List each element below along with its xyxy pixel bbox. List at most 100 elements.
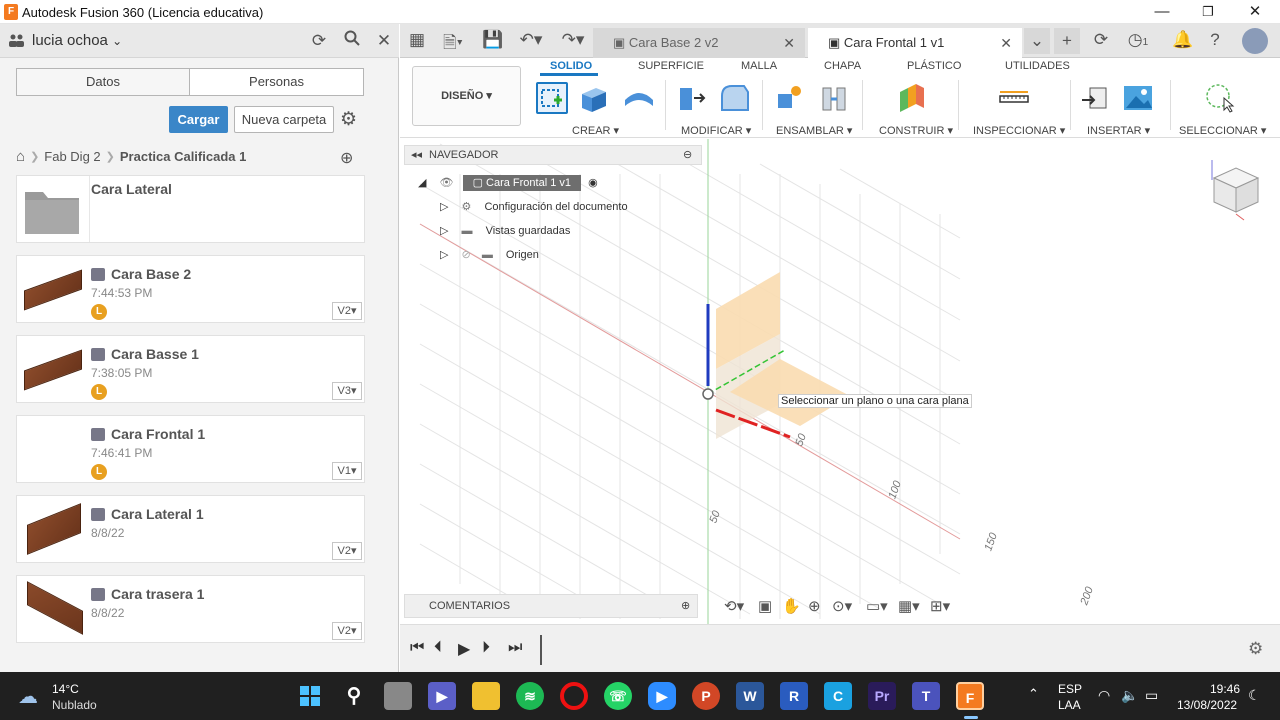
fit-icon[interactable]: ⊙▾ — [832, 597, 852, 615]
notifications-icon[interactable]: 🔔 — [1170, 30, 1196, 50]
display-settings-icon[interactable]: ▭▾ — [866, 597, 888, 615]
collapse-left-icon[interactable]: ◂◂ — [411, 146, 422, 164]
volume-icon[interactable]: 🔈 — [1121, 687, 1138, 704]
group-modificar[interactable]: MODIFICAR ▾ — [681, 124, 751, 137]
breadcrumb-item-current[interactable]: Practica Calificada 1 — [120, 149, 246, 164]
timeline-marker[interactable] — [540, 635, 542, 665]
zoom-icon[interactable]: ⊕ — [808, 597, 821, 615]
tab-superficie[interactable]: SUPERFICIE — [638, 60, 704, 72]
activate-radio-icon[interactable]: ◉ — [588, 177, 598, 189]
navigator-row-settings[interactable]: ▷ ⚙ Configuración del documento — [440, 196, 628, 218]
viewports-icon[interactable]: ⊞▾ — [930, 597, 950, 615]
offset-plane-icon[interactable] — [896, 82, 928, 114]
tab-malla[interactable]: MALLA — [741, 60, 777, 72]
cloud-icon[interactable]: ☁ — [18, 684, 38, 709]
clock-date[interactable]: 13/08/2022 — [1177, 698, 1237, 712]
go-to-end-icon[interactable]: ⏭ — [508, 639, 522, 657]
root-component-label[interactable]: ▢ Cara Frontal 1 v1 — [462, 175, 581, 191]
minimize-navigator-icon[interactable]: ⊖ — [683, 146, 692, 164]
home-icon[interactable]: ⌂ — [16, 148, 25, 165]
list-item[interactable]: Cara Lateral 1 8/8/22 V2▾ — [16, 495, 365, 563]
play-icon[interactable]: ▶ — [458, 639, 470, 659]
group-construir[interactable]: CONSTRUIR ▾ — [879, 124, 953, 137]
language-bottom[interactable]: LAA — [1058, 698, 1081, 712]
step-forward-icon[interactable]: ⏵ — [482, 639, 490, 657]
list-item[interactable]: Cara Basse 1 7:38:05 PM L V3▾ — [16, 335, 365, 403]
save-icon[interactable]: 💾 — [480, 30, 506, 50]
job-status-icon[interactable]: ◷1 — [1120, 30, 1156, 50]
eye-icon[interactable]: 👁 — [440, 177, 454, 189]
whatsapp-icon[interactable]: ☏ — [604, 682, 632, 710]
workspace-dropdown[interactable]: DISEÑO ▾ — [412, 66, 521, 126]
tab-solido[interactable]: SOLIDO — [550, 60, 592, 72]
select-icon[interactable] — [1204, 82, 1236, 114]
teams-icon[interactable]: T — [912, 682, 940, 710]
expand-triangle-icon[interactable]: ▷ — [440, 249, 448, 261]
version-dropdown[interactable]: V2▾ — [332, 622, 362, 640]
tab-cara-base-2[interactable]: ▣ Cara Base 2 v2 ✕ — [593, 28, 805, 58]
tab-overflow-icon[interactable]: ⌄ — [1024, 28, 1050, 54]
navigator-header[interactable]: ◂◂ NAVEGADOR ⊖ — [404, 145, 702, 165]
clipchamp-icon[interactable]: C — [824, 682, 852, 710]
file-menu-icon[interactable]: 🗎▾ — [436, 30, 470, 59]
grid-menu-icon[interactable]: ▦ — [404, 30, 430, 50]
step-back-icon[interactable]: ⏴ — [434, 639, 442, 657]
share-globe-icon[interactable]: ⊕ — [340, 148, 353, 168]
list-item[interactable]: Cara trasera 1 8/8/22 V2▾ — [16, 575, 365, 643]
chevron-up-icon[interactable]: ⌃ — [1028, 686, 1039, 702]
new-component-icon[interactable] — [774, 82, 806, 114]
weather-temp[interactable]: 14°C — [52, 682, 79, 696]
close-tab-icon[interactable]: ✕ — [1000, 28, 1012, 58]
meet-icon[interactable]: ▶ — [428, 682, 456, 710]
insert-canvas-icon[interactable] — [1122, 82, 1154, 114]
redo-icon[interactable]: ↷▾ — [554, 30, 592, 50]
minimize-button[interactable]: — — [1142, 2, 1182, 22]
navigator-row-saved-views[interactable]: ▷ ▬ Vistas guardadas — [440, 220, 570, 242]
version-dropdown[interactable]: V2▾ — [332, 302, 362, 320]
close-window-button[interactable]: ✕ — [1235, 2, 1275, 22]
upload-button[interactable]: Cargar — [169, 106, 228, 133]
expand-triangle-icon[interactable]: ▷ — [440, 225, 448, 237]
user-name-dropdown[interactable]: lucia ochoa ⌄ — [32, 32, 122, 49]
version-dropdown[interactable]: V3▾ — [332, 382, 362, 400]
list-item-folder[interactable]: Cara Lateral — [16, 175, 365, 243]
search-icon[interactable]: ⚲ — [340, 682, 368, 710]
revolve-icon[interactable] — [622, 82, 654, 114]
powerpoint-icon[interactable]: P — [692, 682, 720, 710]
pan-icon[interactable]: ✋ — [782, 597, 801, 615]
help-icon[interactable]: ? — [1202, 30, 1228, 50]
group-insertar[interactable]: INSERTAR ▾ — [1087, 124, 1150, 137]
search-icon[interactable] — [341, 30, 363, 52]
fillet-icon[interactable] — [718, 82, 750, 114]
task-view-icon[interactable] — [384, 682, 412, 710]
do-not-disturb-icon[interactable]: ☾ — [1248, 687, 1261, 704]
revit-icon[interactable]: R — [780, 682, 808, 710]
wifi-icon[interactable]: ◠ — [1098, 687, 1110, 704]
extrude-icon[interactable] — [578, 82, 610, 114]
comments-panel[interactable]: COMENTARIOS ⊕ — [404, 594, 698, 618]
view-cube-icon[interactable] — [1208, 158, 1262, 225]
navigator-root-row[interactable]: ◢ 👁 ▢ Cara Frontal 1 v1 ◉ — [418, 172, 598, 194]
language-top[interactable]: ESP — [1058, 682, 1082, 696]
close-tab-icon[interactable]: ✕ — [783, 28, 795, 58]
press-pull-icon[interactable] — [676, 82, 708, 114]
group-inspeccionar[interactable]: INSPECCIONAR ▾ — [973, 124, 1065, 137]
tab-cara-frontal-1[interactable]: ▣ Cara Frontal 1 v1 ✕ — [808, 28, 1022, 58]
weather-desc[interactable]: Nublado — [52, 698, 97, 712]
tab-datos[interactable]: Datos — [16, 68, 190, 96]
battery-icon[interactable]: ▭ — [1145, 687, 1158, 704]
fusion360-icon[interactable]: F — [956, 682, 984, 710]
premiere-icon[interactable]: Pr — [868, 682, 896, 710]
version-dropdown[interactable]: V1▾ — [332, 462, 362, 480]
extensions-icon[interactable]: ⟳ — [1088, 30, 1114, 50]
collapse-triangle-icon[interactable]: ◢ — [418, 177, 426, 189]
tab-utilidades[interactable]: UTILIDADES — [1005, 60, 1070, 72]
insert-derive-icon[interactable] — [1080, 82, 1112, 114]
avatar[interactable] — [1242, 28, 1268, 54]
create-sketch-icon[interactable] — [536, 82, 568, 114]
new-folder-button[interactable]: Nueva carpeta — [234, 106, 334, 133]
spotify-icon[interactable]: ≋ — [516, 682, 544, 710]
timeline-settings-icon[interactable]: ⚙ — [1248, 639, 1263, 659]
tab-personas[interactable]: Personas — [189, 68, 364, 96]
group-seleccionar[interactable]: SELECCIONAR ▾ — [1179, 124, 1266, 137]
